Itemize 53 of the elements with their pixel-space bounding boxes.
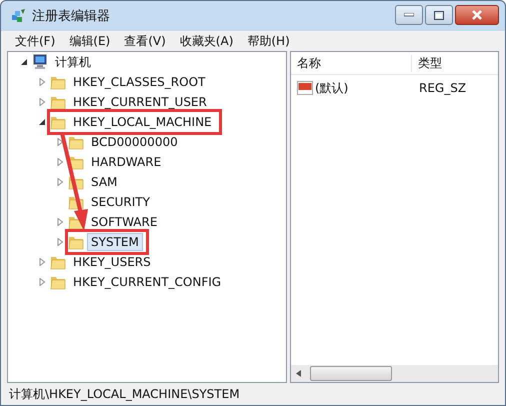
window-title: 注册表编辑器 [32,8,110,25]
tree-item[interactable]: SECURITY [87,193,154,211]
menu-item[interactable]: 文件(F) [15,32,56,50]
value-type: REG_SZ [419,81,466,95]
collapse-arrow-icon[interactable] [38,118,48,126]
tree-item[interactable]: HKEY_LOCAL_MACHINE [69,113,216,131]
folder-icon [68,174,84,190]
folder-icon [68,154,84,170]
maximize-button[interactable] [425,5,453,25]
folder-icon [68,194,84,210]
tree-item[interactable]: HARDWARE [87,153,166,171]
folder-icon [68,234,84,250]
menu-item[interactable]: 收藏夹(A) [180,32,234,50]
column-header[interactable]: 名称 [291,54,412,72]
close-button[interactable] [455,5,499,25]
close-icon [471,10,483,20]
menu-item[interactable]: 编辑(E) [69,32,110,50]
minimize-button[interactable] [395,5,423,25]
folder-icon [50,274,66,290]
tree-item[interactable]: SYSTEM [87,233,143,251]
expand-arrow-icon[interactable] [38,258,48,266]
minimize-icon [404,13,414,17]
menu-item[interactable]: 帮助(H) [247,32,290,50]
folder-icon [50,74,66,90]
expand-arrow-icon[interactable] [56,238,66,246]
expand-arrow-icon[interactable] [38,98,48,106]
tree-item[interactable]: HKEY_CURRENT_CONFIG [69,273,226,291]
column-header[interactable]: 类型 [412,54,442,72]
tree-item[interactable]: HKEY_USERS [69,253,155,271]
expand-arrow-icon[interactable] [56,218,66,226]
tree-item[interactable]: 计算机 [51,52,95,72]
tree-item[interactable]: BCD00000000 [87,133,182,151]
expand-arrow-icon[interactable] [56,158,66,166]
status-bar: 计算机\HKEY_LOCAL_MACHINE\SYSTEM [1,383,505,405]
tree-item[interactable]: SAM [87,173,122,191]
horizontal-scrollbar[interactable] [291,365,498,382]
maximize-icon [434,10,444,20]
tree-item[interactable]: SOFTWARE [87,213,162,231]
folder-icon [68,134,84,150]
scroll-left-icon [296,370,302,377]
menu-item[interactable]: 查看(V) [124,32,166,50]
collapse-arrow-icon[interactable] [20,58,30,66]
string-value-icon [297,81,313,95]
folder-icon [50,94,66,110]
folder-icon [50,114,66,130]
expand-arrow-icon[interactable] [38,78,48,86]
expand-arrow-icon[interactable] [38,278,48,286]
expand-arrow-icon[interactable] [56,178,66,186]
value-name: (默认) [315,80,350,96]
computer-icon [32,54,48,70]
tree-item[interactable]: HKEY_CLASSES_ROOT [69,73,210,91]
folder-icon [50,254,66,270]
tree-item[interactable]: HKEY_CURRENT_USER [69,93,211,111]
